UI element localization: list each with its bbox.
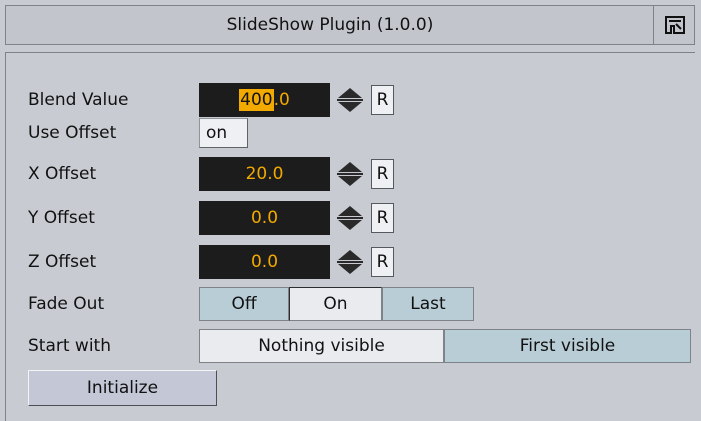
y-offset-label: Y Offset xyxy=(28,208,95,228)
initialize-button[interactable]: Initialize xyxy=(28,370,217,406)
fade-out-option-off[interactable]: Off xyxy=(199,287,289,321)
x-offset-reset-button[interactable]: R xyxy=(371,159,394,189)
blend-value-input[interactable]: 400.0 xyxy=(199,83,330,117)
x-offset-label: X Offset xyxy=(28,164,97,184)
fade-out-option-last[interactable]: Last xyxy=(382,287,474,321)
y-offset-input[interactable]: 0.0 xyxy=(199,201,330,235)
title-bar: SlideShow Plugin (1.0.0) xyxy=(5,5,653,45)
use-offset-toggle[interactable]: on xyxy=(199,118,248,148)
blend-value-reset-button[interactable]: R xyxy=(371,85,394,115)
z-offset-spinner-icon[interactable] xyxy=(333,245,367,279)
start-with-label: Start with xyxy=(28,336,111,356)
start-with-option-first-visible[interactable]: First visible xyxy=(444,329,691,363)
y-offset-reset-button[interactable]: R xyxy=(371,203,394,233)
x-offset-input[interactable]: 20.0 xyxy=(199,157,330,191)
blend-value-label: Blend Value xyxy=(28,90,129,110)
fade-out-option-on[interactable]: On xyxy=(289,287,382,321)
plugin-logo-button[interactable] xyxy=(653,5,695,45)
plugin-logo-icon xyxy=(665,16,685,34)
plugin-panel: SlideShow Plugin (1.0.0) Blend Value 400… xyxy=(0,0,701,421)
window-title: SlideShow Plugin (1.0.0) xyxy=(226,15,434,35)
blend-value-rest-text: .0 xyxy=(273,90,290,110)
x-offset-spinner-icon[interactable] xyxy=(333,157,367,191)
fade-out-label: Fade Out xyxy=(28,294,105,314)
z-offset-reset-button[interactable]: R xyxy=(371,247,394,277)
use-offset-label: Use Offset xyxy=(28,123,117,143)
y-offset-spinner-icon[interactable] xyxy=(333,201,367,235)
blend-value-selected-text: 400 xyxy=(239,89,274,111)
z-offset-input[interactable]: 0.0 xyxy=(199,245,330,279)
blend-value-spinner-icon[interactable] xyxy=(333,83,367,117)
start-with-option-nothing-visible[interactable]: Nothing visible xyxy=(199,329,444,363)
z-offset-label: Z Offset xyxy=(28,252,97,272)
